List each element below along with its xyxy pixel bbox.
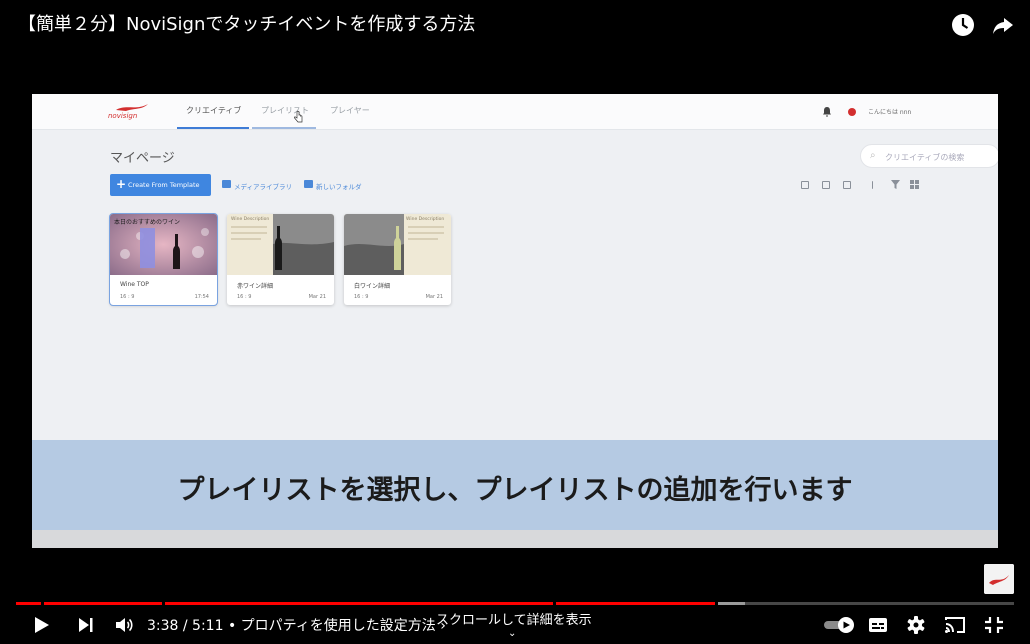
account-menu[interactable]: こんにちは nnn [868,107,911,116]
new-folder-link[interactable]: 新しいフォルダ [304,180,362,191]
sort-icon[interactable] [872,181,880,189]
chapter-marker [714,602,718,605]
chapter-marker [552,602,556,605]
media-library-label: メディアライブラリ [234,183,293,191]
autoplay-toggle[interactable] [822,614,856,636]
media-library-link[interactable]: メディアライブラリ [222,180,293,191]
filter-icon[interactable] [891,180,900,189]
edit-icon[interactable] [801,181,809,189]
settings-icon[interactable] [906,614,926,636]
create-from-template-button[interactable]: + Create From Template [110,174,211,196]
watch-later-icon[interactable] [950,12,976,38]
share-icon[interactable] [990,12,1016,38]
search-placeholder: クリエイティブの検索 [885,153,965,162]
card-aspect-ratio: 16 : 9 [237,294,252,300]
hand-cursor-icon [294,111,303,123]
creative-card-red-wine[interactable]: Wine Description 赤ワイン詳細 16 : 9 Mar 21 [227,214,334,305]
card-aspect-ratio: 16 : 9 [120,294,135,300]
logo-text: novisign [108,112,137,120]
hover-tab-underline [252,127,316,129]
card-thumbnail-caption: Wine Description [406,217,445,222]
tab-player[interactable]: プレイヤー [330,105,370,116]
video-title[interactable]: 【簡単２分】NoviSignでタッチイベントを作成する方法 [18,10,475,36]
chapter-marker [40,602,44,605]
search-input[interactable]: ⌕ クリエイティブの検索 [860,144,998,168]
cast-icon[interactable] [944,614,966,636]
captions-icon[interactable] [868,614,888,636]
chevron-down-icon[interactable]: ⌄ [508,628,516,639]
channel-watermark-icon[interactable] [984,564,1014,594]
chapter-marker [161,602,165,605]
logo-label: novisign [108,112,138,120]
video-frame[interactable]: novisign クリエイティブ プレイリスト プレイヤー こんにちは nnn … [32,94,998,548]
search-icon: ⌕ [870,150,876,161]
scroll-hint[interactable]: スクロールして詳細を表示 [436,609,592,628]
folder-icon [304,180,313,188]
logo-swoosh-icon [116,104,148,111]
card-title: 白ワイン詳細 [354,283,391,290]
creative-card-white-wine[interactable]: Wine Description 白ワイン詳細 16 : 9 Mar 21 [344,214,451,305]
trash-icon[interactable] [822,181,830,189]
play-icon[interactable] [33,614,51,636]
next-icon[interactable] [77,614,95,636]
copy-icon[interactable] [843,181,851,189]
frame-bottom-bar [32,530,998,548]
card-thumbnail-caption: Wine Description [231,217,270,222]
progress-bar[interactable] [16,602,1014,605]
card-thumbnail [227,214,334,275]
status-dot [848,108,856,116]
novisign-logo: novisign [108,102,156,124]
video-subtitle: プレイリストを選択し、プレイリストの追加を行います [177,475,853,506]
grid-view-icon[interactable] [910,180,919,189]
card-aspect-ratio: 16 : 9 [354,294,369,300]
progress-played [16,602,715,605]
app-header: novisign クリエイティブ プレイリスト プレイヤー こんにちは nnn [32,94,998,130]
card-title: 赤ワイン詳細 [237,283,274,290]
card-thumbnail-caption: 本日のおすすめのワイン [114,219,181,226]
card-date: 17:54 [194,294,209,300]
time-display[interactable]: 3:38 / 5:11 • プロパティを使用した設定方法 › [147,615,446,635]
page-title: マイページ [110,151,175,166]
volume-icon[interactable] [114,614,134,636]
card-thumbnail [344,214,451,275]
exit-fullscreen-icon[interactable] [984,614,1004,636]
card-date: Mar 21 [425,294,443,300]
new-folder-label: 新しいフォルダ [316,183,362,191]
card-title: Wine TOP [120,281,149,288]
plus-icon: + [116,177,127,191]
media-library-icon [222,180,231,188]
bell-icon[interactable] [822,106,832,117]
card-date: Mar 21 [308,294,326,300]
tab-creative[interactable]: クリエイティブ [186,105,241,116]
create-button-label: Create From Template [128,181,200,189]
active-tab-underline [177,127,249,129]
creative-card-wine-top[interactable]: 本日のおすすめのワイン Wine TOP 16 : 9 17:54 [109,213,218,306]
